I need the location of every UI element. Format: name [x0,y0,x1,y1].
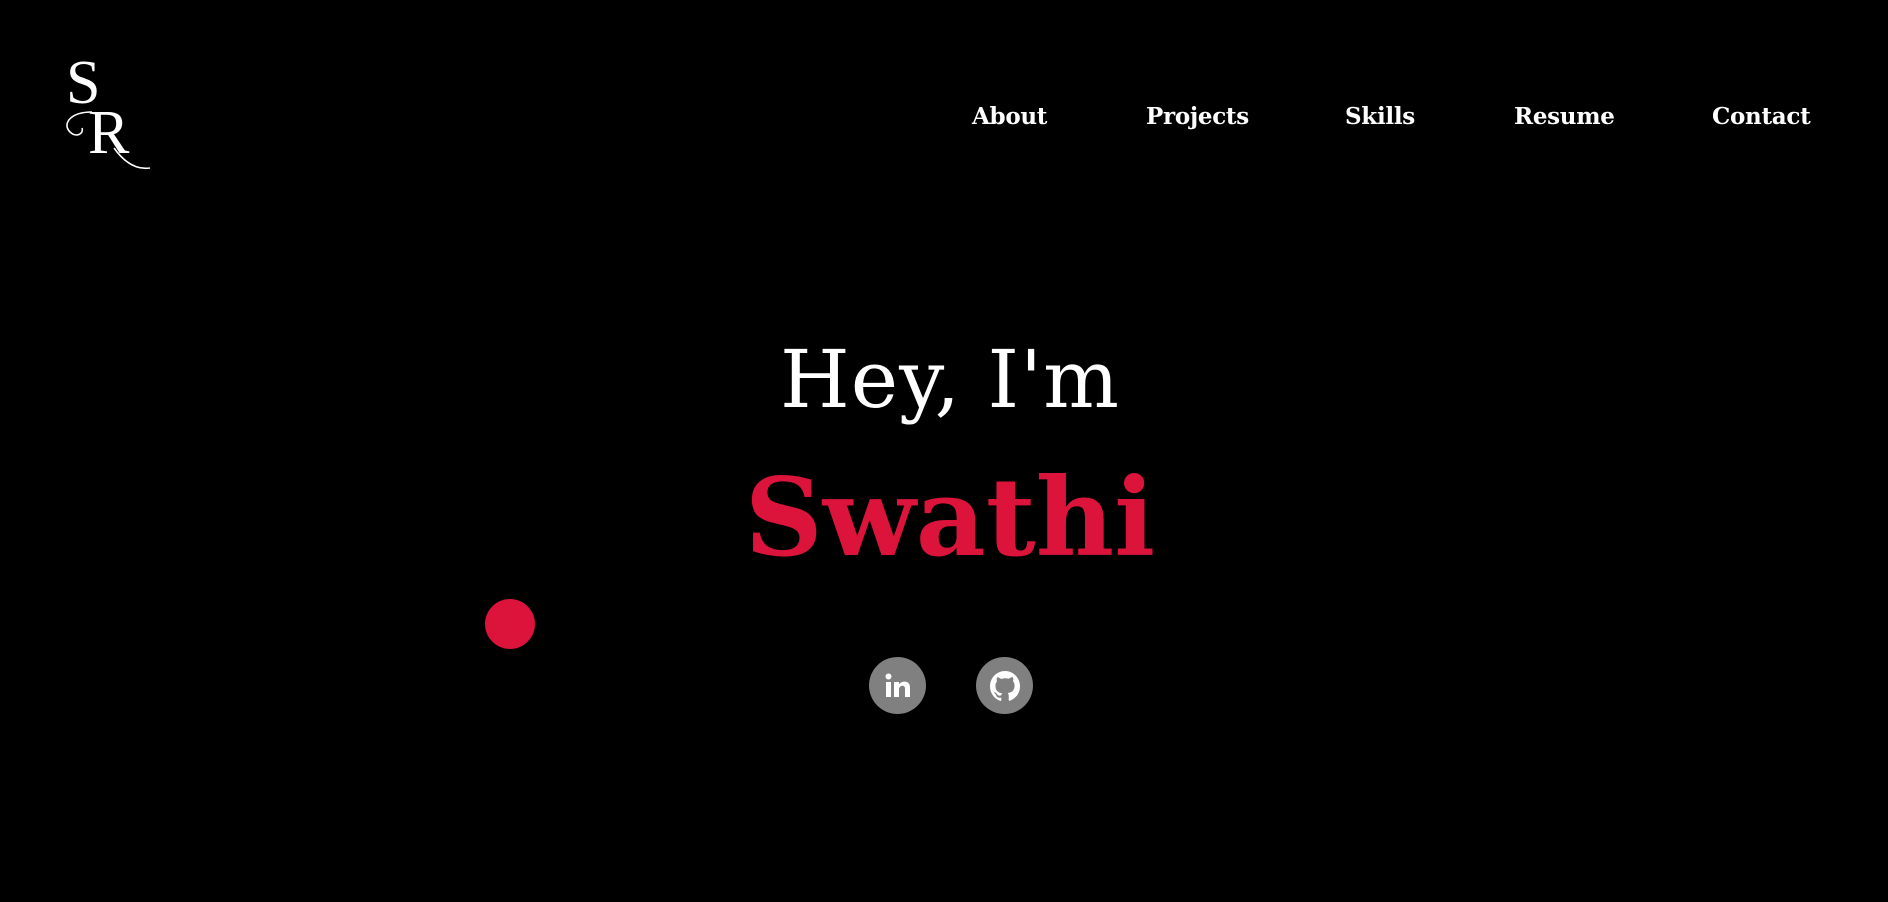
github-icon [989,670,1020,701]
linkedin-button[interactable] [869,657,926,714]
hero-name: Swathi [744,455,1156,581]
main-nav: About Projects Skills Resume Contact [0,100,1888,134]
nav-link-skills[interactable]: Skills [1345,100,1415,134]
cursor-follower-dot [485,599,535,649]
hero-greeting: Hey, I'm [780,333,1120,426]
github-button[interactable] [976,657,1033,714]
nav-link-resume[interactable]: Resume [1514,100,1615,134]
nav-link-contact[interactable]: Contact [1712,100,1811,134]
linkedin-icon [885,673,910,697]
nav-link-about[interactable]: About [972,100,1047,134]
nav-link-projects[interactable]: Projects [1146,100,1249,134]
